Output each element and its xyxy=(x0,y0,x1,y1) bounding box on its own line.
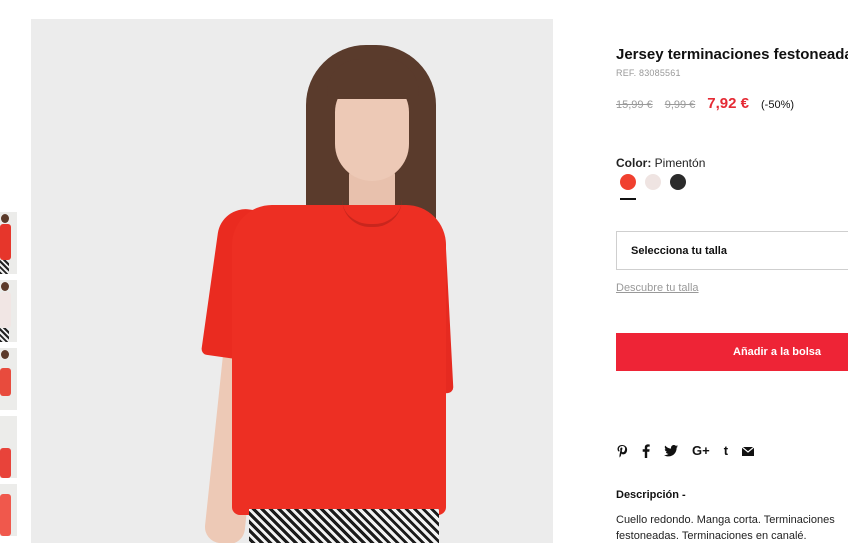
color-label-title: Color: xyxy=(616,156,652,170)
google-plus-icon[interactable]: G+ xyxy=(692,443,710,459)
description-title[interactable]: Descripción - xyxy=(616,489,686,501)
color-label: Color: Pimentón xyxy=(616,156,705,170)
color-swatch-pimenton[interactable] xyxy=(620,174,636,190)
thumbnail-image[interactable] xyxy=(0,348,17,410)
original-price: 15,99 € xyxy=(616,99,653,111)
size-guide-link[interactable]: Descubre tu talla xyxy=(616,282,699,294)
color-value: Pimentón xyxy=(654,156,706,170)
tumblr-icon[interactable]: t xyxy=(724,443,728,459)
size-select[interactable]: Selecciona tu talla xyxy=(616,231,848,270)
thumbnail-image[interactable] xyxy=(0,212,17,274)
thumbnail-image[interactable] xyxy=(0,484,17,536)
email-icon[interactable] xyxy=(742,446,755,456)
color-swatches xyxy=(620,174,695,190)
color-swatch-light-pink[interactable] xyxy=(645,174,661,190)
discount-badge: (-50%) xyxy=(761,99,795,111)
product-page: Jersey terminaciones festoneadas REF. 83… xyxy=(0,0,848,543)
add-to-bag-button[interactable]: Añadir a la bolsa xyxy=(616,333,848,371)
social-share-bar: G+ t xyxy=(616,443,768,459)
sale-price: 7,92 € xyxy=(707,95,750,112)
selected-swatch-indicator xyxy=(620,198,636,200)
description-text: Cuello redondo. Manga corta. Terminacion… xyxy=(616,514,835,542)
red-sweater xyxy=(232,205,446,515)
model-bangs xyxy=(327,59,419,99)
twitter-icon[interactable] xyxy=(664,445,678,457)
thumbnail-image[interactable] xyxy=(0,416,17,478)
previous-price: 9,99 € xyxy=(664,99,696,111)
pinterest-icon[interactable] xyxy=(616,444,628,458)
product-title: Jersey terminaciones festoneadas xyxy=(616,46,848,63)
product-reference: REF. 83085561 xyxy=(616,68,681,78)
facebook-icon[interactable] xyxy=(642,444,650,458)
color-swatch-black[interactable] xyxy=(670,174,686,190)
houndstooth-pants xyxy=(249,509,439,543)
price-row: 15,99 € 9,99 € 7,92 € (-50%) xyxy=(616,95,794,113)
product-info-panel: Jersey terminaciones festoneadas REF. 83… xyxy=(616,0,848,543)
product-main-image[interactable] xyxy=(31,19,553,543)
thumbnail-strip xyxy=(0,212,18,542)
thumbnail-image[interactable] xyxy=(0,280,17,342)
